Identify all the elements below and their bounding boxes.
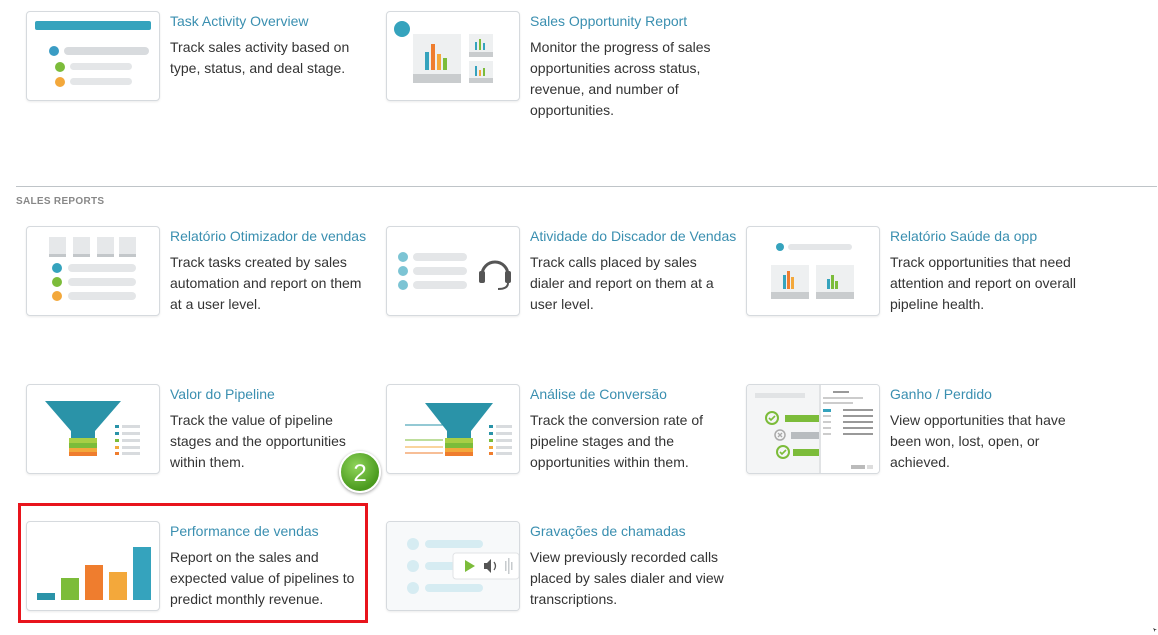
step-badge: 2: [339, 451, 381, 493]
headset-icon: [398, 252, 511, 290]
card-description: Monitor the progress of sales opportunit…: [530, 39, 711, 118]
conversion-thumbnail[interactable]: [386, 384, 520, 474]
dashboard-icon: [771, 243, 854, 299]
highlight-box: [18, 503, 368, 623]
card-title[interactable]: Atividade do Discador de Vendas: [530, 226, 736, 247]
card-description: Track sales activity based on type, stat…: [170, 39, 350, 76]
card-description: Track calls placed by sales dialer and r…: [530, 254, 714, 312]
section-divider: [16, 186, 1157, 187]
bar-chart-icon: [394, 21, 493, 83]
won-lost-thumbnail[interactable]: [746, 384, 880, 474]
section-heading-sales-reports: SALES REPORTS: [16, 196, 105, 207]
card-description: View previously recorded calls placed by…: [530, 549, 724, 607]
card-title[interactable]: Gravações de chamadas: [530, 521, 686, 542]
card-title[interactable]: Task Activity Overview: [170, 11, 308, 32]
card-description: Track the conversion rate of pipeline st…: [530, 412, 704, 470]
card-description: Track tasks created by sales automation …: [170, 254, 362, 312]
card-title[interactable]: Relatório Otimizador de vendas: [170, 226, 366, 247]
audio-player-icon: [387, 522, 519, 610]
conversion-funnel-icon: [405, 403, 512, 456]
task-activity-thumbnail[interactable]: [26, 11, 160, 101]
list-icon: [35, 21, 151, 87]
card-title[interactable]: Ganho / Perdido: [890, 384, 992, 405]
cursor-icon: [1153, 628, 1157, 632]
card-description: View opportunities that have been won, l…: [890, 412, 1066, 470]
funnel-icon: [45, 401, 140, 456]
card-title[interactable]: Valor do Pipeline: [170, 384, 275, 405]
won-lost-icon: [747, 385, 879, 473]
sales-dialer-thumbnail[interactable]: [386, 226, 520, 316]
sales-optimizer-thumbnail[interactable]: [26, 226, 160, 316]
user-list-icon: [49, 237, 136, 301]
opp-health-thumbnail[interactable]: [746, 226, 880, 316]
card-title[interactable]: Análise de Conversão: [530, 384, 667, 405]
pipeline-value-thumbnail[interactable]: [26, 384, 160, 474]
card-title[interactable]: Sales Opportunity Report: [530, 11, 687, 32]
card-description: Track opportunities that need attention …: [890, 254, 1077, 312]
sales-opportunity-thumbnail[interactable]: [386, 11, 520, 101]
call-recordings-thumbnail[interactable]: [386, 521, 520, 611]
card-title[interactable]: Relatório Saúde da opp: [890, 226, 1037, 247]
